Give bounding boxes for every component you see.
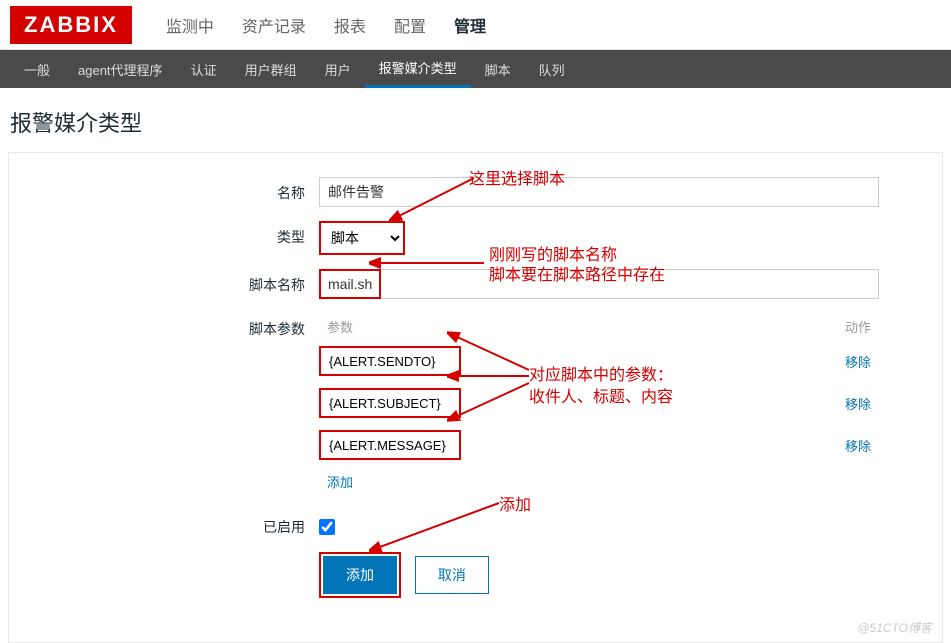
sub-general[interactable]: 一般: [10, 50, 64, 88]
add-param-link[interactable]: 添加: [319, 475, 353, 490]
remove-link-0[interactable]: 移除: [845, 355, 871, 370]
enabled-checkbox[interactable]: [319, 519, 335, 535]
name-label: 名称: [39, 177, 319, 203]
param-row: 移除: [319, 424, 879, 466]
name-input[interactable]: [319, 177, 879, 207]
type-label: 类型: [39, 221, 319, 247]
cancel-button[interactable]: 取消: [415, 556, 489, 594]
param-row: 移除: [319, 382, 879, 424]
param-row: 移除: [319, 340, 879, 382]
remove-link-1[interactable]: 移除: [845, 397, 871, 412]
page-title: 报警媒介类型: [0, 88, 951, 152]
sub-queue[interactable]: 队列: [525, 50, 579, 88]
param-input-1[interactable]: [319, 388, 461, 418]
sub-auth[interactable]: 认证: [177, 50, 231, 88]
params-table: 参数 动作 移除 移除 移除: [319, 313, 879, 497]
nav-monitoring[interactable]: 监测中: [152, 0, 228, 50]
top-nav: ZABBIX 监测中 资产记录 报表 配置 管理: [0, 0, 951, 50]
remove-link-2[interactable]: 移除: [845, 439, 871, 454]
params-header: 参数: [319, 313, 756, 340]
sub-usergroups[interactable]: 用户群组: [231, 50, 311, 88]
param-input-2[interactable]: [319, 430, 461, 460]
scriptname-label: 脚本名称: [39, 269, 319, 295]
scriptparams-label: 脚本参数: [39, 313, 319, 339]
action-header: 动作: [756, 313, 879, 340]
nav-reports[interactable]: 报表: [320, 0, 380, 50]
logo[interactable]: ZABBIX: [10, 6, 132, 44]
nav-inventory[interactable]: 资产记录: [228, 0, 320, 50]
sub-mediatypes[interactable]: 报警媒介类型: [365, 50, 471, 88]
submit-button[interactable]: 添加: [323, 556, 397, 594]
param-input-0[interactable]: [319, 346, 461, 376]
sub-nav: 一般 agent代理程序 认证 用户群组 用户 报警媒介类型 脚本 队列: [0, 50, 951, 88]
form-area: 名称 类型 脚本 脚本名称 脚本参数 参数: [8, 152, 943, 643]
scriptname-input[interactable]: [319, 269, 879, 299]
nav-config[interactable]: 配置: [380, 0, 440, 50]
sub-users[interactable]: 用户: [311, 50, 365, 88]
sub-proxies[interactable]: agent代理程序: [64, 50, 177, 88]
sub-scripts[interactable]: 脚本: [471, 50, 525, 88]
enabled-label: 已启用: [39, 511, 319, 537]
nav-admin[interactable]: 管理: [440, 0, 500, 50]
type-select[interactable]: 脚本: [321, 223, 403, 253]
